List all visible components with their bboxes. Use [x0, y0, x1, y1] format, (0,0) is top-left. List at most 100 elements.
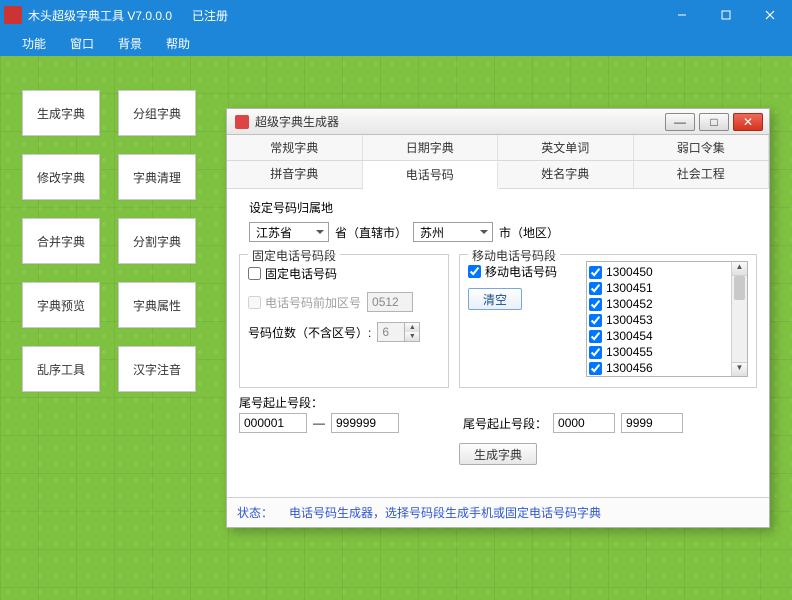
digits-spinner[interactable]: 6 ▲▼	[377, 322, 420, 342]
city-suffix: 市（地区）	[499, 224, 559, 241]
tab-body: 设定号码归属地 江苏省 省（直辖市） 苏州 市（地区） 固定电话号码段 固定电话…	[227, 189, 769, 497]
areacode-checkbox-input[interactable]	[248, 296, 261, 309]
main-titlebar: 木头超级字典工具 V7.0.0.0 已注册	[0, 0, 792, 30]
menu-help[interactable]: 帮助	[154, 31, 202, 56]
fixed-checkbox-label: 固定电话号码	[265, 265, 337, 282]
tail-mobile: 尾号起止号段： 0000 9999	[463, 413, 757, 433]
digits-label: 号码位数（不含区号）:	[248, 324, 371, 341]
menubar: 功能 窗口 背景 帮助	[0, 30, 792, 56]
close-button[interactable]	[748, 0, 792, 30]
list-item[interactable]: 1300451	[589, 280, 745, 296]
tab-weak[interactable]: 弱口令集	[634, 135, 770, 160]
side-btn-merge[interactable]: 合并字典	[22, 218, 100, 264]
side-btn-generate[interactable]: 生成字典	[22, 90, 100, 136]
generate-button-label: 生成字典	[474, 446, 522, 463]
tab-regular[interactable]: 常规字典	[227, 135, 363, 160]
province-select[interactable]: 江苏省	[249, 222, 329, 242]
tail-mobile-to[interactable]: 9999	[621, 413, 683, 433]
fixed-checkbox[interactable]: 固定电话号码	[248, 265, 440, 282]
child-app-icon	[235, 115, 249, 129]
tab-names[interactable]: 姓名字典	[498, 161, 634, 188]
list-item[interactable]: 1300450	[589, 264, 745, 280]
tab-row-1: 常规字典 日期字典 英文单词 弱口令集	[227, 135, 769, 161]
list-item[interactable]: 1300454	[589, 328, 745, 344]
maximize-icon: □	[710, 115, 717, 129]
registered-label: 已注册	[192, 7, 228, 24]
app-title: 木头超级字典工具 V7.0.0.0	[28, 7, 172, 24]
workspace: 生成字典 分组字典 修改字典 字典清理 合并字典 分割字典 字典预览 字典属性 …	[0, 56, 792, 600]
side-btn-props[interactable]: 字典属性	[118, 282, 196, 328]
app-icon	[4, 6, 22, 24]
tail-fixed-to[interactable]: 999999	[331, 413, 399, 433]
city-select[interactable]: 苏州	[413, 222, 493, 242]
tabs: 常规字典 日期字典 英文单词 弱口令集 拼音字典 电话号码 姓名字典 社会工程	[227, 135, 769, 189]
areacode-checkbox[interactable]: 电话号码前加区号	[248, 294, 361, 311]
side-buttons: 生成字典 分组字典 修改字典 字典清理 合并字典 分割字典 字典预览 字典属性 …	[22, 90, 196, 392]
minimize-button[interactable]	[660, 0, 704, 30]
tab-date[interactable]: 日期字典	[363, 135, 499, 160]
locality-section: 设定号码归属地 江苏省 省（直辖市） 苏州 市（地区）	[239, 197, 757, 248]
province-value: 江苏省	[256, 224, 292, 241]
minimize-icon: —	[674, 115, 686, 129]
fixed-group: 固定电话号码段 固定电话号码 电话号码前加区号 0512	[239, 254, 449, 388]
tab-english[interactable]: 英文单词	[498, 135, 634, 160]
list-item[interactable]: 1300455	[589, 344, 745, 360]
tab-row-2: 拼音字典 电话号码 姓名字典 社会工程	[227, 161, 769, 189]
mobile-checkbox-input[interactable]	[468, 265, 481, 278]
status-bar: 状态： 电话号码生成器，选择号码段生成手机或固定电话号码字典	[227, 497, 769, 527]
spinner-down-icon[interactable]: ▼	[405, 332, 419, 341]
tail-fixed-sep: —	[313, 416, 325, 430]
list-item[interactable]: 1300452	[589, 296, 745, 312]
tail-row: 尾号起止号段： 000001 — 999999 尾号起止号段： 0000 999…	[239, 394, 757, 433]
fixed-checkbox-input[interactable]	[248, 267, 261, 280]
maximize-button[interactable]	[704, 0, 748, 30]
fixed-legend: 固定电话号码段	[248, 247, 340, 264]
scrollbar[interactable]: ▲ ▼	[731, 262, 747, 376]
areacode-checkbox-label: 电话号码前加区号	[265, 294, 361, 311]
spinner-up-icon[interactable]: ▲	[405, 323, 419, 332]
province-suffix: 省（直辖市）	[335, 224, 407, 241]
child-titlebar[interactable]: 超级字典生成器 — □ ✕	[227, 109, 769, 135]
digits-value[interactable]: 6	[377, 322, 405, 342]
list-item[interactable]: 1300453	[589, 312, 745, 328]
menu-window[interactable]: 窗口	[58, 31, 106, 56]
child-title: 超级字典生成器	[255, 113, 661, 130]
menu-functions[interactable]: 功能	[10, 31, 58, 56]
scroll-thumb[interactable]	[734, 276, 745, 300]
side-btn-clean[interactable]: 字典清理	[118, 154, 196, 200]
child-close-button[interactable]: ✕	[733, 113, 763, 131]
generate-button[interactable]: 生成字典	[459, 443, 537, 465]
generate-row: 生成字典	[239, 439, 757, 467]
side-btn-preview[interactable]: 字典预览	[22, 282, 100, 328]
status-message: 电话号码生成器，选择号码段生成手机或固定电话号码字典	[289, 504, 601, 521]
mobile-checkbox-label: 移动电话号码	[485, 263, 557, 280]
side-btn-modify[interactable]: 修改字典	[22, 154, 100, 200]
clear-button-label: 清空	[483, 291, 507, 308]
mobile-prefix-list[interactable]: 1300450 1300451 1300452 1300453 1300454 …	[586, 261, 748, 377]
close-icon: ✕	[743, 115, 753, 129]
tab-social[interactable]: 社会工程	[634, 161, 770, 188]
tab-pinyin[interactable]: 拼音字典	[227, 161, 363, 188]
scroll-up-icon[interactable]: ▲	[732, 262, 747, 276]
mobile-checkbox[interactable]: 移动电话号码	[468, 263, 557, 280]
child-window: 超级字典生成器 — □ ✕ 常规字典 日期字典 英文单词 弱口令集 拼音字典 电…	[226, 108, 770, 528]
areacode-field[interactable]: 0512	[367, 292, 413, 312]
side-btn-split[interactable]: 分割字典	[118, 218, 196, 264]
clear-button[interactable]: 清空	[468, 288, 522, 310]
side-btn-shuffle[interactable]: 乱序工具	[22, 346, 100, 392]
tail-fixed-label: 尾号起止号段：	[239, 394, 449, 411]
side-btn-pinyin[interactable]: 汉字注音	[118, 346, 196, 392]
close-icon	[765, 10, 775, 20]
tail-fixed-from[interactable]: 000001	[239, 413, 307, 433]
tab-phone[interactable]: 电话号码	[363, 162, 499, 189]
maximize-icon	[721, 10, 731, 20]
child-maximize-button[interactable]: □	[699, 113, 729, 131]
mobile-legend: 移动电话号码段	[468, 247, 560, 264]
side-btn-group[interactable]: 分组字典	[118, 90, 196, 136]
status-key: 状态：	[237, 504, 273, 521]
list-item[interactable]: 1300456	[589, 360, 745, 376]
menu-background[interactable]: 背景	[106, 31, 154, 56]
scroll-down-icon[interactable]: ▼	[732, 362, 747, 376]
child-minimize-button[interactable]: —	[665, 113, 695, 131]
tail-mobile-from[interactable]: 0000	[553, 413, 615, 433]
